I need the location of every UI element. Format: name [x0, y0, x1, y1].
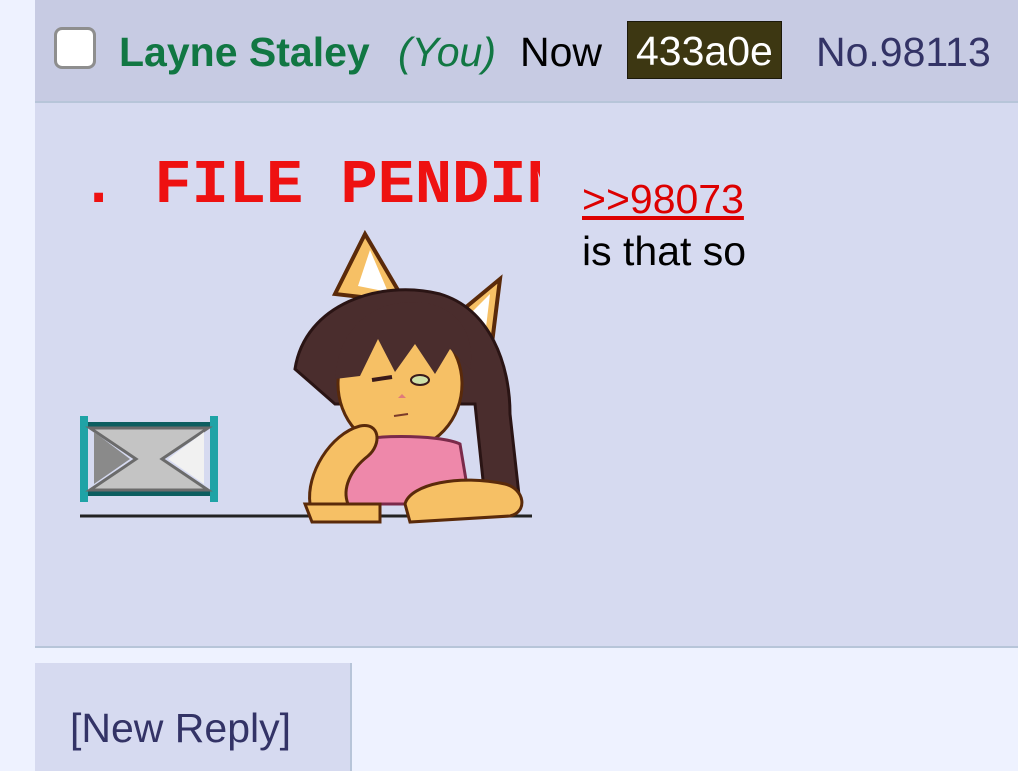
post-number-link[interactable]: No.98113: [816, 28, 991, 76]
quote-link[interactable]: >>98073: [582, 173, 1002, 225]
file-pending-banner: . FILE PENDIN: [80, 150, 540, 221]
post-header: Layne Staley (You) Now 433a0e No.98113: [35, 0, 1018, 103]
post-select-checkbox[interactable]: [54, 27, 96, 69]
new-reply-button[interactable]: [New Reply]: [35, 663, 352, 771]
you-label: (You): [398, 29, 496, 75]
hourglass-icon: [80, 416, 218, 502]
poster-id-badge[interactable]: 433a0e: [627, 21, 782, 79]
new-reply-label: [New Reply]: [70, 705, 292, 751]
post-body: >>98073 is that so: [582, 173, 1002, 277]
poster-name: Layne Staley: [119, 29, 370, 75]
post-image-thumbnail[interactable]: . FILE PENDIN: [80, 144, 540, 536]
catgirl-illustration: [293, 229, 524, 524]
post-comment: is that so: [582, 228, 747, 274]
post-container: Layne Staley (You) Now 433a0e No.98113 .…: [35, 0, 1018, 648]
post-time: Now: [520, 29, 603, 75]
